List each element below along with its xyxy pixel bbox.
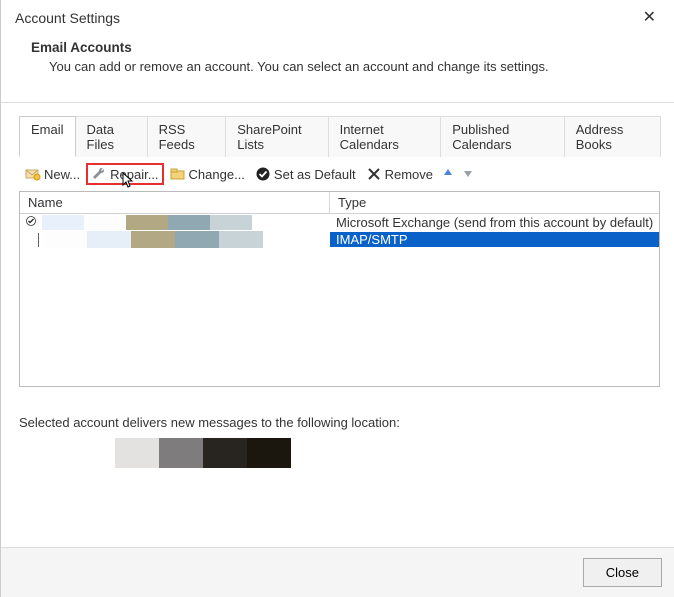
- tab-intcal[interactable]: Internet Calendars: [328, 116, 442, 157]
- header: Email Accounts You can add or remove an …: [1, 32, 674, 102]
- dialog-buttons: Close: [1, 547, 674, 597]
- delivery-location-label: Selected account delivers new messages t…: [19, 387, 660, 438]
- account-type: IMAP/SMTP: [330, 232, 659, 247]
- remove-label: Remove: [385, 167, 433, 182]
- check-circle-icon: [255, 166, 271, 182]
- repair-label: Repair...: [110, 167, 158, 182]
- remove-button[interactable]: Remove: [362, 164, 437, 184]
- x-icon: [366, 166, 382, 182]
- folder-icon: [170, 166, 186, 182]
- tab-addr[interactable]: Address Books: [564, 116, 661, 157]
- window-title: Account Settings: [15, 10, 120, 26]
- wrench-icon: [91, 166, 107, 182]
- delivery-location-redacted: [115, 438, 660, 468]
- tab-datafiles[interactable]: Data Files: [75, 116, 148, 157]
- close-icon[interactable]: ✕: [637, 8, 662, 28]
- default-check-icon: [26, 216, 36, 229]
- envelope-icon: [25, 166, 41, 182]
- repair-button[interactable]: Repair...: [86, 163, 163, 185]
- tab-strip: EmailData FilesRSS FeedsSharePoint Lists…: [19, 115, 660, 157]
- header-description: You can add or remove an account. You ca…: [31, 59, 650, 74]
- close-button[interactable]: Close: [583, 558, 662, 587]
- new-label: New...: [44, 167, 80, 182]
- account-list: Name Type Microsoft Exchange (send from …: [19, 191, 660, 387]
- header-title: Email Accounts: [31, 40, 650, 55]
- set-default-button[interactable]: Set as Default: [251, 164, 360, 184]
- change-label: Change...: [189, 167, 245, 182]
- move-up-button[interactable]: [439, 167, 457, 182]
- column-name[interactable]: Name: [20, 192, 330, 213]
- account-type: Microsoft Exchange (send from this accou…: [330, 215, 659, 230]
- account-row[interactable]: Microsoft Exchange (send from this accou…: [20, 214, 659, 231]
- move-down-button[interactable]: [459, 167, 477, 182]
- set-default-label: Set as Default: [274, 167, 356, 182]
- column-type[interactable]: Type: [330, 192, 659, 213]
- account-name-redacted: [43, 231, 263, 248]
- tab-pubcal[interactable]: Published Calendars: [440, 116, 565, 157]
- tab-rss[interactable]: RSS Feeds: [147, 116, 227, 157]
- account-name-redacted: [42, 215, 252, 230]
- tab-email[interactable]: Email: [19, 116, 76, 157]
- list-header: Name Type: [20, 192, 659, 214]
- cursor-caret: [38, 233, 39, 247]
- change-button[interactable]: Change...: [166, 164, 249, 184]
- toolbar: New... Repair... Change... Set as Defaul…: [19, 157, 660, 191]
- tab-sharepoint[interactable]: SharePoint Lists: [225, 116, 328, 157]
- new-button[interactable]: New...: [21, 164, 84, 184]
- account-row[interactable]: IMAP/SMTP: [20, 231, 659, 248]
